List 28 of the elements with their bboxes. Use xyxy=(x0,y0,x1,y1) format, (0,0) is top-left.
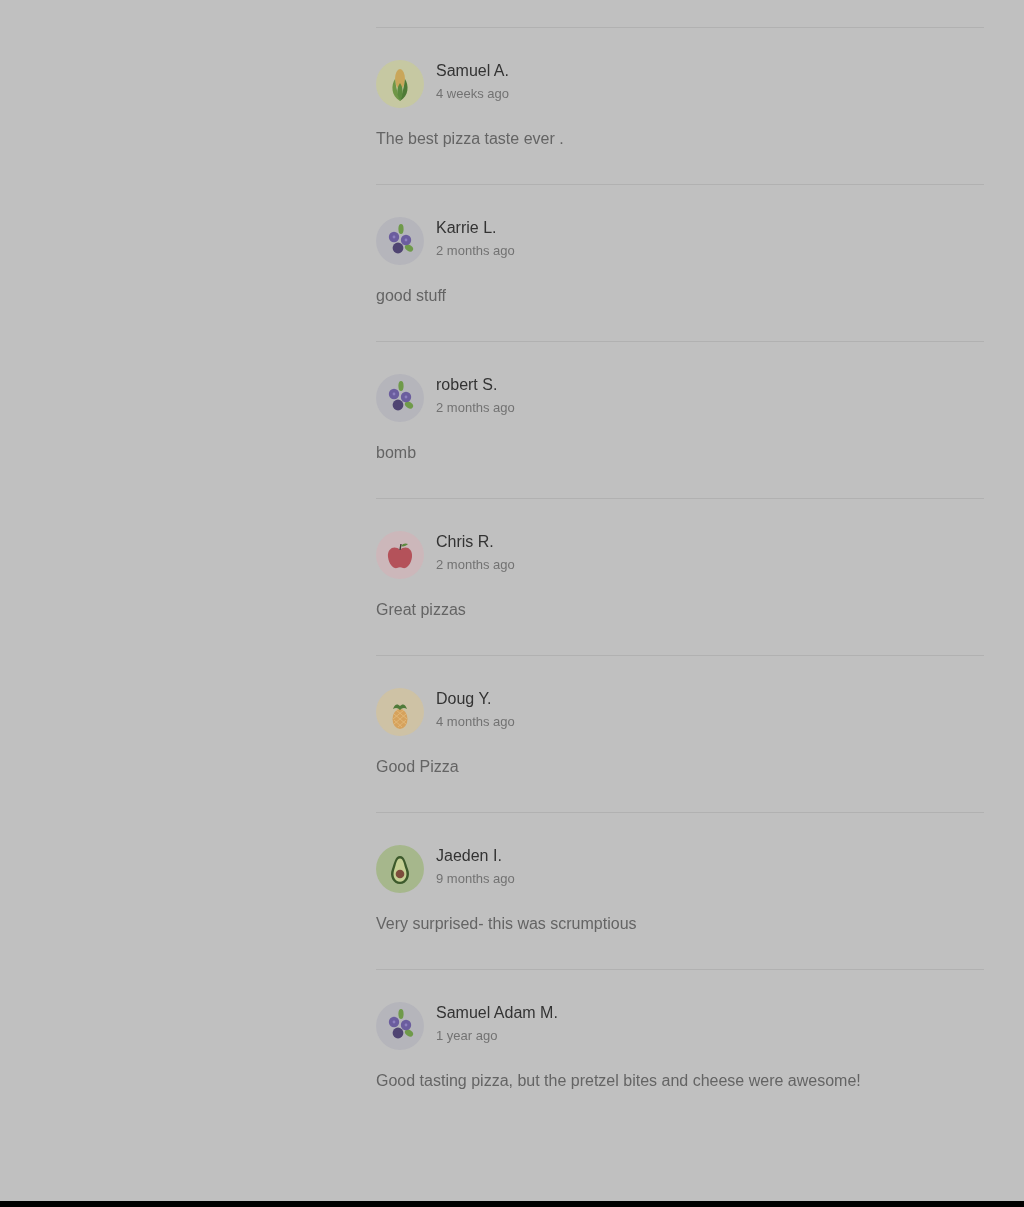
review-text: Good tasting pizza, but the pretzel bites and cheese were awesome! xyxy=(376,1071,861,1091)
blueberries-avatar-icon xyxy=(376,1002,424,1050)
apple-avatar-icon xyxy=(376,531,424,579)
reviewer-name: Doug Y. xyxy=(436,689,492,709)
review-time: 2 months ago xyxy=(436,399,515,417)
review-time: 9 months ago xyxy=(436,870,515,888)
blueberries-avatar-icon xyxy=(376,374,424,422)
review-time: 2 months ago xyxy=(436,556,515,574)
review-time: 4 weeks ago xyxy=(436,85,509,103)
review-text: bomb xyxy=(376,443,417,463)
review-text: Very surprised- this was scrumptious xyxy=(376,914,637,934)
reviewer-name: Samuel A. xyxy=(436,61,509,81)
reviewer-name: robert S. xyxy=(436,375,498,395)
review-text: Great pizzas xyxy=(376,600,466,620)
review-text: Good Pizza xyxy=(376,757,459,777)
review-text: The best pizza taste ever . xyxy=(376,129,564,149)
reviewer-name: Karrie L. xyxy=(436,218,497,238)
reviewer-name: Samuel Adam M. xyxy=(436,1003,558,1023)
review-time: 4 months ago xyxy=(436,713,515,731)
corn-avatar-icon xyxy=(376,60,424,108)
reviewer-name: Jaeden I. xyxy=(436,846,502,866)
review-text: good stuff xyxy=(376,286,446,306)
review-time: 2 months ago xyxy=(436,242,515,260)
reviewer-name: Chris R. xyxy=(436,532,494,552)
pineapple-avatar-icon xyxy=(376,688,424,736)
blueberries-avatar-icon xyxy=(376,217,424,265)
review-time: 1 year ago xyxy=(436,1027,498,1045)
avocado-avatar-icon xyxy=(376,845,424,893)
